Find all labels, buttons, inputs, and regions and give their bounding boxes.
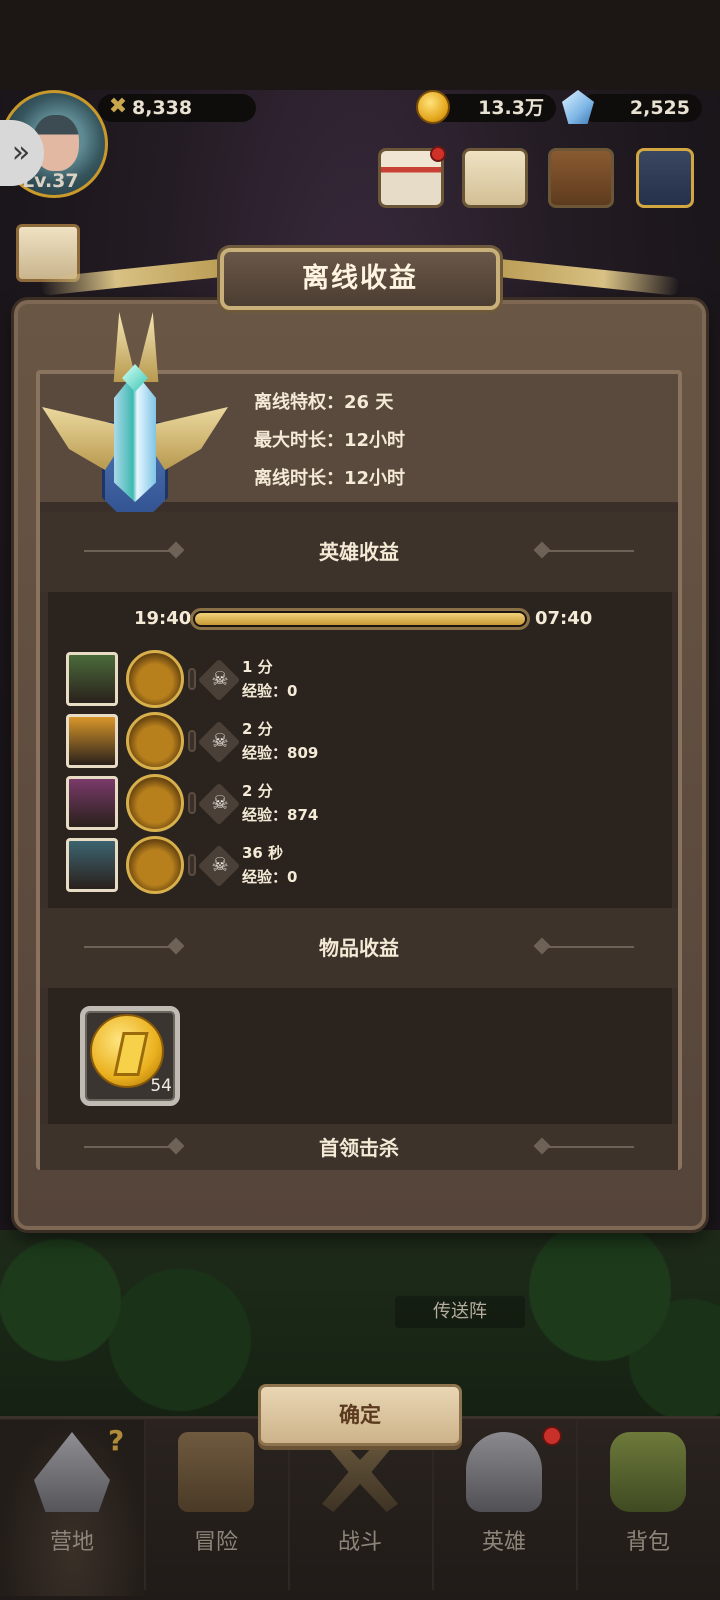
map-icon bbox=[178, 1432, 254, 1512]
power-icon: ✖ bbox=[108, 94, 128, 119]
offline-duration-text: 离线时长：12小时 bbox=[254, 468, 406, 489]
offline-progress-bar bbox=[190, 608, 530, 630]
modal-title: 离线收益 bbox=[220, 248, 500, 310]
nav-label: 冒险 bbox=[193, 1530, 238, 1555]
progress-fill bbox=[195, 613, 525, 625]
nav-label: 营地 bbox=[49, 1530, 94, 1555]
hero-exp: 经验：0 bbox=[242, 680, 297, 701]
portal-label[interactable]: 传送阵 bbox=[395, 1296, 525, 1328]
exp-label: 经验： bbox=[242, 806, 288, 824]
hero-portrait bbox=[66, 838, 118, 892]
title-wing-left bbox=[39, 258, 231, 296]
nav-battle[interactable]: 战斗 bbox=[288, 1420, 432, 1596]
hero-row[interactable]: ☠ 1 分 经验：0 bbox=[64, 650, 464, 710]
hero-exp: 经验：809 bbox=[242, 742, 318, 763]
divider-line bbox=[542, 946, 634, 948]
privilege-badge-icon bbox=[42, 312, 228, 534]
exp-label: 经验： bbox=[242, 682, 288, 700]
divider-line bbox=[542, 550, 634, 552]
title-wing-right bbox=[489, 258, 681, 296]
hero-section-header: 英雄收益 bbox=[40, 512, 678, 592]
backpack-icon bbox=[610, 1432, 686, 1512]
skull-icon: ☠ bbox=[211, 854, 229, 876]
exp-label: 经验： bbox=[242, 744, 288, 762]
gem-counter[interactable]: 2,525 bbox=[580, 94, 702, 122]
nav-adventure[interactable]: 冒险 bbox=[144, 1420, 288, 1596]
hero-separator bbox=[188, 730, 196, 752]
max-duration-text: 最大时长：12小时 bbox=[254, 430, 406, 451]
hero-row[interactable]: ☠ 2 分 经验：874 bbox=[64, 774, 464, 834]
nav-backpack[interactable]: 背包 bbox=[576, 1420, 720, 1596]
sword-icon[interactable] bbox=[636, 148, 694, 208]
nav-label: 英雄 bbox=[481, 1530, 526, 1555]
hero-separator bbox=[188, 668, 196, 690]
gold-coin-icon bbox=[416, 90, 450, 124]
item-count: 54 bbox=[150, 1076, 172, 1096]
exp-value: 0 bbox=[287, 682, 298, 700]
hero-portrait bbox=[66, 776, 118, 830]
hero-time: 1 分 bbox=[242, 658, 273, 676]
hero-row[interactable]: ☠ 36 秒 经验：0 bbox=[64, 836, 464, 896]
hero-separator bbox=[188, 854, 196, 876]
notification-dot bbox=[430, 146, 446, 162]
hero-row[interactable]: ☠ 2 分 经验：809 bbox=[64, 712, 464, 772]
nav-label: 战斗 bbox=[337, 1530, 382, 1555]
nav-label: 背包 bbox=[625, 1530, 670, 1555]
hero-stage-icon bbox=[126, 774, 184, 832]
hero-exp: 经验：874 bbox=[242, 804, 318, 825]
divider-line bbox=[542, 1146, 634, 1148]
exp-value: 0 bbox=[287, 868, 298, 886]
hero-portrait bbox=[66, 714, 118, 768]
nav-heroes[interactable]: 英雄 bbox=[432, 1420, 576, 1596]
hero-stage-icon bbox=[126, 712, 184, 770]
hero-separator bbox=[188, 792, 196, 814]
hero-exp: 经验：0 bbox=[242, 866, 297, 887]
letter-icon[interactable] bbox=[462, 148, 528, 208]
hero-stage-icon bbox=[126, 650, 184, 708]
exp-value: 874 bbox=[287, 806, 319, 824]
skull-icon: ☠ bbox=[211, 730, 229, 752]
hero-stage-icon bbox=[126, 836, 184, 894]
hero-time: 2 分 bbox=[242, 720, 273, 738]
title-banner: 离线收益 bbox=[39, 240, 681, 320]
time-end: 07:40 bbox=[535, 608, 593, 629]
time-start: 19:40 bbox=[134, 608, 192, 629]
item-section-header: 物品收益 bbox=[40, 908, 678, 988]
privilege-text: 离线特权：26 天 bbox=[254, 392, 394, 413]
top-background bbox=[0, 0, 720, 90]
notification-dot bbox=[542, 1426, 562, 1446]
hero-helmet-icon bbox=[466, 1432, 542, 1512]
skull-icon: ☠ bbox=[211, 668, 229, 690]
exp-value: 809 bbox=[287, 744, 319, 762]
hero-time: 36 秒 bbox=[242, 844, 284, 862]
book-icon[interactable] bbox=[548, 148, 614, 208]
hero-time: 2 分 bbox=[242, 782, 273, 800]
camp-icon bbox=[34, 1432, 110, 1512]
boss-section-header: 首领击杀 bbox=[40, 1124, 678, 1170]
confirm-button[interactable]: 确定 bbox=[258, 1384, 462, 1446]
question-icon: ? bbox=[108, 1424, 125, 1457]
skull-icon: ☠ bbox=[211, 792, 229, 814]
exp-label: 经验： bbox=[242, 868, 288, 886]
hero-portrait bbox=[66, 652, 118, 706]
